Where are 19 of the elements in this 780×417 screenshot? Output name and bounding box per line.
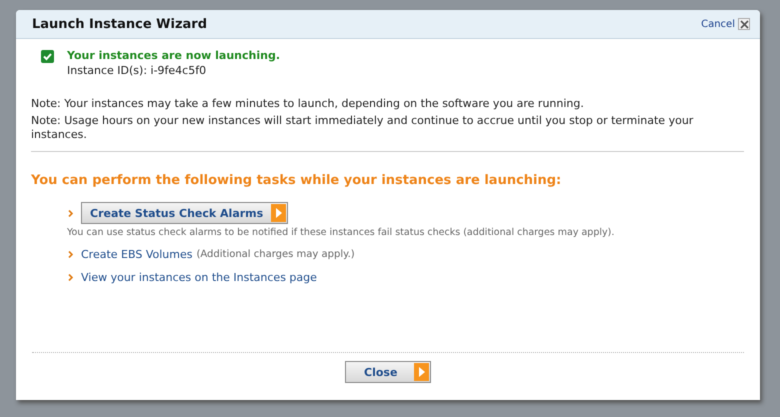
task-note: (Additional charges may apply.): [196, 249, 355, 260]
cancel-link[interactable]: Cancel: [701, 18, 735, 30]
note-text: Note: Usage hours on your new instances will start immediately and continue to accrue until you stop or terminate your instances.: [31, 114, 694, 142]
note-text: Note: Your instances may take a few minutes to launch, depending on the software you are running.: [31, 97, 585, 111]
play-icon: [414, 363, 429, 381]
tasks-heading: You can perform the following tasks while your instances are launching:: [31, 173, 562, 188]
chevron-icon: [68, 274, 73, 281]
task-link[interactable]: Create EBS Volumes: [81, 248, 192, 261]
instance-ids: Instance ID(s): i-9fe4c5f0: [67, 63, 208, 79]
chevron-icon: [68, 210, 73, 216]
chevron-icon: [68, 251, 73, 258]
close-button[interactable]: Close: [345, 361, 431, 383]
close-icon[interactable]: [738, 18, 750, 30]
status-message: Your instances are now launching.: [67, 49, 280, 63]
play-icon: [271, 204, 286, 222]
action-button[interactable]: Create Status Check Alarms: [81, 202, 288, 224]
window-title: Launch Instance Wizard: [32, 16, 208, 32]
task-description: You can use status check alarms to be notified if these instances fail status checks (additional charges may apply).: [67, 227, 616, 238]
task-link[interactable]: View your instances on the Instances page: [81, 271, 317, 284]
